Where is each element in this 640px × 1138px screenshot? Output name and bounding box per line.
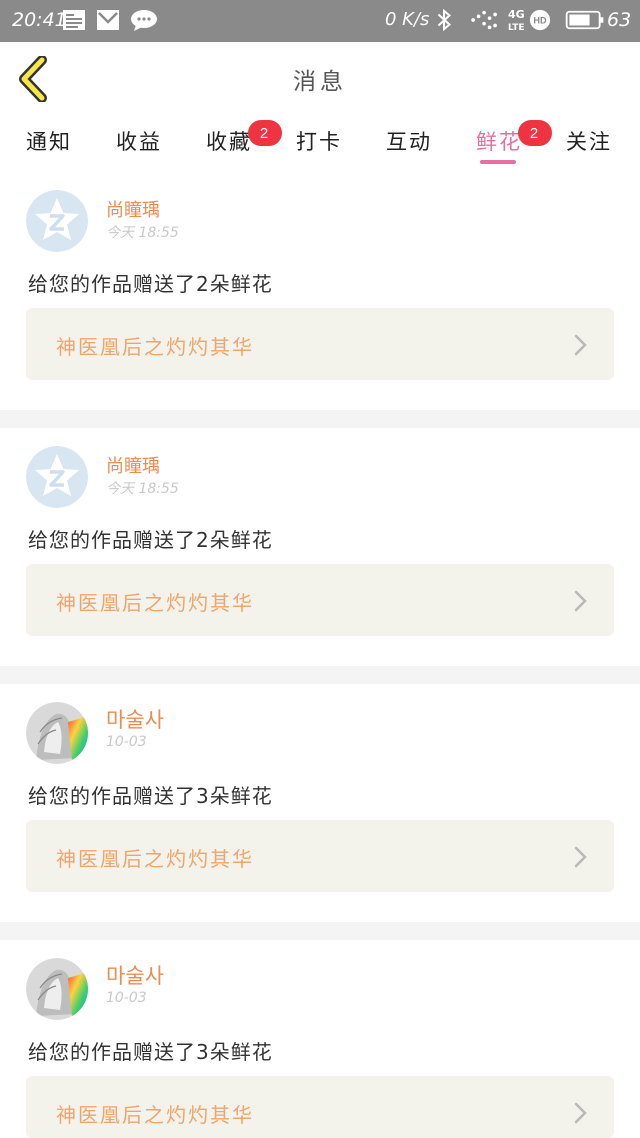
timestamp: 今天 18:55	[106, 225, 179, 241]
illustration-avatar-icon	[26, 958, 88, 1020]
tab-checkin[interactable]: 打卡	[296, 126, 342, 156]
avatar[interactable]	[26, 958, 88, 1020]
chevron-right-icon	[574, 334, 587, 356]
chevron-right-icon	[574, 846, 587, 868]
notes-icon	[63, 10, 85, 30]
avatar[interactable]	[26, 446, 88, 508]
book-title: 神医凰后之灼灼其华	[56, 591, 254, 615]
tab-badge: 2	[248, 120, 282, 146]
avatar[interactable]	[26, 702, 88, 764]
tab-notifications[interactable]: 通知	[26, 126, 72, 156]
separator	[0, 922, 640, 940]
chat-icon	[131, 10, 157, 31]
message-text: 给您的作品赠送了3朵鲜花	[28, 1040, 273, 1064]
signal-icon	[471, 10, 497, 30]
book-title: 神医凰后之灼灼其华	[56, 335, 254, 359]
battery-icon	[565, 10, 604, 30]
separator	[0, 410, 640, 428]
svg-text:HD: HD	[533, 16, 547, 26]
username[interactable]: 마술사	[106, 960, 164, 990]
message-card: 尚瞳瑀 今天 18:55 给您的作品赠送了2朵鲜花 神医凰后之灼灼其华	[0, 172, 640, 410]
book-title: 神医凰后之灼灼其华	[56, 847, 254, 871]
chevron-right-icon	[574, 1102, 587, 1124]
separator	[0, 666, 640, 684]
mail-icon	[97, 10, 119, 30]
bluetooth-icon	[437, 9, 452, 31]
status-bar: 20:41 0 K/s 4G LTE HD 63	[0, 0, 640, 42]
message-text: 给您的作品赠送了2朵鲜花	[28, 528, 273, 552]
username[interactable]: 마술사	[106, 704, 164, 734]
tab-flowers[interactable]: 鲜花 2	[476, 120, 552, 156]
username[interactable]: 尚瞳瑀	[106, 452, 160, 478]
network-speed: 0 K/s	[385, 9, 430, 30]
header: 消息	[0, 42, 640, 116]
timestamp: 10-03	[106, 990, 147, 1006]
default-avatar-icon	[26, 446, 88, 508]
book-title: 神医凰后之灼灼其华	[56, 1103, 254, 1127]
timestamp: 今天 18:55	[106, 481, 179, 497]
tab-favorites[interactable]: 收藏 2	[206, 120, 282, 156]
chevron-right-icon	[574, 590, 587, 612]
battery-level: 63	[607, 9, 632, 31]
message-card: 尚瞳瑀 今天 18:55 给您的作品赠送了2朵鲜花 神医凰后之灼灼其华	[0, 428, 640, 666]
tab-follow[interactable]: 关注	[566, 126, 612, 156]
avatar[interactable]	[26, 190, 88, 252]
network-type: 4G LTE	[508, 8, 525, 34]
username[interactable]: 尚瞳瑀	[106, 196, 160, 222]
tab-interaction[interactable]: 互动	[386, 126, 432, 156]
timestamp: 10-03	[106, 734, 147, 750]
default-avatar-icon	[26, 190, 88, 252]
message-card: 마술사 10-03 给您的作品赠送了3朵鲜花 神医凰后之灼灼其华	[0, 940, 640, 1138]
illustration-avatar-icon	[26, 702, 88, 764]
book-link[interactable]: 神医凰后之灼灼其华	[26, 1076, 614, 1138]
tab-earnings[interactable]: 收益	[116, 126, 162, 156]
page-title: 消息	[293, 69, 347, 95]
tab-badge: 2	[518, 120, 552, 146]
hd-icon: HD	[529, 9, 551, 31]
active-tab-indicator	[480, 160, 516, 164]
message-text: 给您的作品赠送了2朵鲜花	[28, 272, 273, 296]
book-link[interactable]: 神医凰后之灼灼其华	[26, 564, 614, 636]
book-link[interactable]: 神医凰后之灼灼其华	[26, 820, 614, 892]
tab-bar: 通知 收益 收藏 2 打卡 互动 鲜花 2 关注	[0, 116, 640, 166]
message-card: 마술사 10-03 给您的作品赠送了3朵鲜花 神医凰后之灼灼其华	[0, 684, 640, 922]
message-text: 给您的作品赠送了3朵鲜花	[28, 784, 273, 808]
book-link[interactable]: 神医凰后之灼灼其华	[26, 308, 614, 380]
status-time: 20:41	[12, 9, 67, 31]
